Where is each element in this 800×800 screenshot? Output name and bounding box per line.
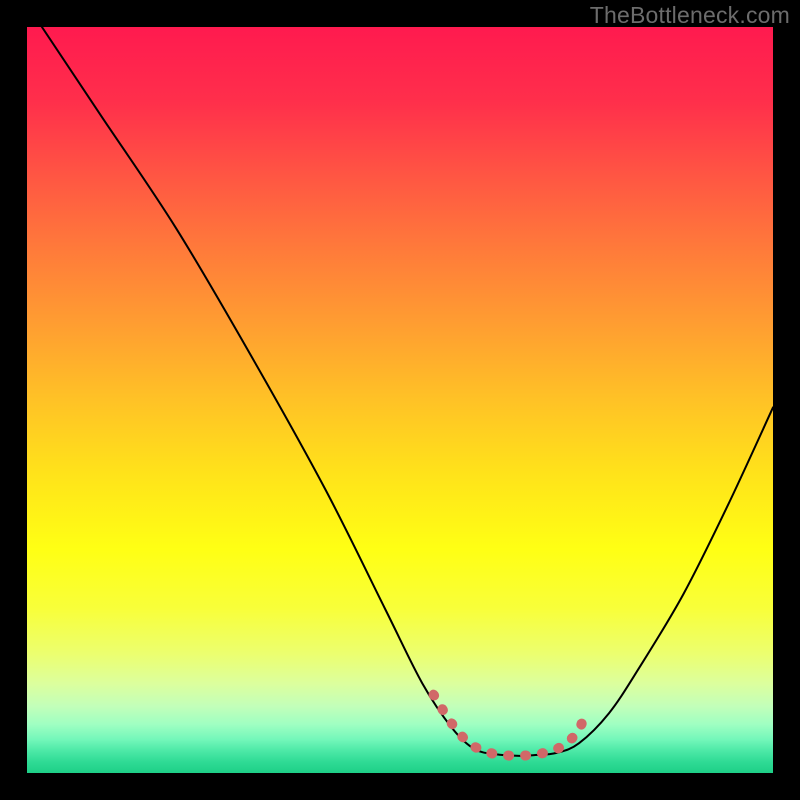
gradient-background: [27, 27, 773, 773]
source-credit: TheBottleneck.com: [590, 2, 790, 29]
bottleneck-chart: [27, 27, 773, 773]
